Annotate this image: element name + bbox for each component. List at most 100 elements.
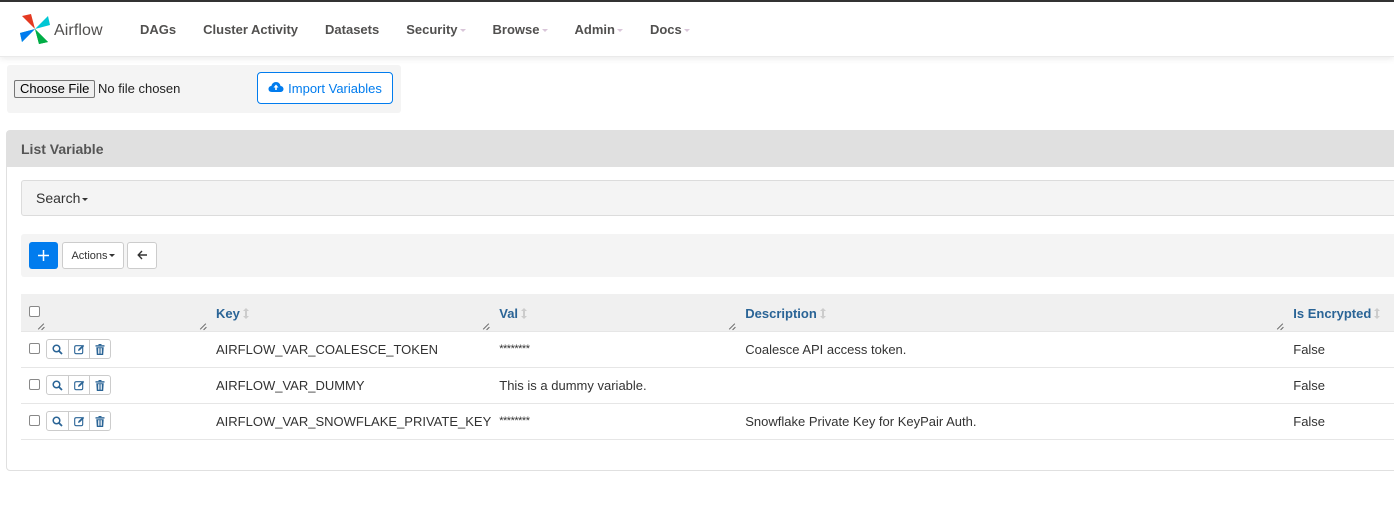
column-resize-handle[interactable] — [200, 323, 206, 329]
column-header-is-encrypted-label: Is Encrypted — [1293, 305, 1372, 321]
sort-icon — [819, 307, 826, 319]
cell-is-encrypted: False — [1285, 330, 1394, 368]
nav-security-label: Security — [406, 22, 458, 37]
search-label: Search — [36, 190, 81, 206]
caret-down-icon — [683, 29, 690, 33]
select-all-checkbox[interactable] — [29, 306, 40, 317]
edit-record-button[interactable] — [68, 340, 89, 358]
caret-down-icon — [459, 29, 466, 33]
column-resize-handle[interactable] — [483, 323, 489, 329]
row-checkbox[interactable] — [29, 414, 40, 426]
brand[interactable]: Airflow — [18, 12, 103, 49]
cloud-upload-icon — [268, 81, 288, 96]
panel-title: List Variable — [7, 131, 1394, 167]
cell-val: This is a dummy variable. — [491, 367, 738, 404]
cell-val: ******** — [491, 403, 738, 440]
row-select-cell — [21, 403, 46, 440]
caret-down-icon — [82, 197, 89, 201]
back-button[interactable] — [127, 242, 157, 269]
row-actions-cell — [46, 367, 208, 404]
sort-icon — [521, 307, 528, 319]
sort-icon — [242, 307, 249, 319]
cell-val: ******** — [491, 330, 738, 368]
list-toolbar: Actions — [21, 234, 1394, 277]
delete-record-button[interactable] — [89, 376, 110, 394]
nav-browse-label: Browse — [492, 22, 540, 37]
cell-key: AIRFLOW_VAR_SNOWFLAKE_PRIVATE_KEY — [208, 403, 492, 440]
view-record-button[interactable] — [47, 412, 68, 430]
cell-description — [737, 367, 1286, 404]
nav-cluster-activity[interactable]: Cluster Activity — [203, 22, 298, 37]
nav-docs-label: Docs — [649, 22, 682, 37]
nav-admin[interactable]: Admin — [575, 22, 623, 37]
nav-datasets-label: Datasets — [325, 22, 380, 37]
list-variable-panel: List Variable Search Actions Key Val Des… — [6, 130, 1394, 471]
search-icon — [52, 343, 63, 355]
import-variables-form: Choose File No file chosen Import Variab… — [7, 65, 401, 113]
row-action-group — [46, 375, 111, 395]
cell-key: AIRFLOW_VAR_COALESCE_TOKEN — [208, 330, 492, 368]
arrow-left-icon — [136, 248, 148, 263]
view-record-button[interactable] — [47, 340, 68, 358]
trash-icon — [95, 415, 105, 427]
caret-down-icon — [541, 29, 548, 33]
column-header-description-label: Description — [745, 305, 817, 321]
choose-file-button[interactable]: Choose File — [14, 80, 96, 98]
table-row: AIRFLOW_VAR_COALESCE_TOKEN ******** Coal… — [21, 330, 1394, 368]
column-resize-handle[interactable] — [1277, 323, 1283, 329]
select-all-header — [21, 294, 46, 331]
caret-down-icon — [108, 254, 115, 257]
search-icon — [52, 379, 63, 391]
row-actions-cell — [46, 403, 208, 440]
variables-table: Key Val Description Is Encrypted AIRFLOW… — [21, 294, 1394, 440]
import-variables-label: Import Variables — [288, 80, 382, 96]
edit-icon — [73, 380, 84, 390]
brand-name: Airflow — [54, 21, 103, 39]
trash-icon — [95, 379, 105, 391]
add-variable-button[interactable] — [29, 242, 58, 269]
cell-is-encrypted: False — [1285, 403, 1394, 440]
nav-security[interactable]: Security — [406, 22, 466, 37]
delete-record-button[interactable] — [89, 412, 110, 430]
file-status: No file chosen — [98, 81, 181, 96]
edit-record-button[interactable] — [68, 376, 89, 394]
trash-icon — [95, 343, 105, 355]
column-header-val[interactable]: Val — [491, 294, 738, 331]
delete-record-button[interactable] — [89, 340, 110, 358]
row-checkbox[interactable] — [29, 378, 40, 390]
column-resize-handle[interactable] — [729, 323, 735, 329]
import-variables-button[interactable]: Import Variables — [257, 72, 393, 104]
nav-cluster-activity-label: Cluster Activity — [203, 22, 299, 37]
column-header-key[interactable]: Key — [208, 294, 492, 331]
edit-icon — [73, 344, 84, 354]
nav-datasets[interactable]: Datasets — [325, 22, 379, 37]
nav-dags-label: DAGs — [140, 22, 177, 37]
plus-icon — [38, 245, 49, 266]
nav-browse[interactable]: Browse — [493, 22, 548, 37]
view-record-button[interactable] — [47, 376, 68, 394]
sort-icon — [1374, 307, 1381, 319]
navbar: Airflow DAGs Cluster Activity Datasets S… — [0, 2, 1394, 57]
row-checkbox[interactable] — [29, 342, 40, 354]
column-resize-handle[interactable] — [38, 323, 44, 329]
search-icon — [52, 415, 63, 427]
column-header-is-encrypted[interactable]: Is Encrypted — [1285, 294, 1394, 331]
row-action-group — [46, 411, 111, 431]
actions-dropdown[interactable]: Actions — [62, 242, 124, 269]
column-header-key-label: Key — [216, 305, 240, 321]
cell-is-encrypted: False — [1285, 367, 1394, 404]
edit-icon — [73, 416, 84, 426]
column-header-description[interactable]: Description — [737, 294, 1286, 331]
cell-key: AIRFLOW_VAR_DUMMY — [208, 367, 492, 404]
column-header-val-label: Val — [499, 305, 519, 321]
table-header-row: Key Val Description Is Encrypted — [21, 294, 1394, 331]
airflow-logo-icon — [18, 12, 52, 49]
row-actions-cell — [46, 330, 208, 368]
search-toggle[interactable]: Search — [21, 180, 1394, 216]
edit-record-button[interactable] — [68, 412, 89, 430]
cell-description: Snowflake Private Key for KeyPair Auth. — [737, 403, 1286, 440]
nav-docs[interactable]: Docs — [650, 22, 690, 37]
nav-dags[interactable]: DAGs — [140, 22, 176, 37]
caret-down-icon — [616, 29, 623, 33]
row-select-cell — [21, 367, 46, 404]
